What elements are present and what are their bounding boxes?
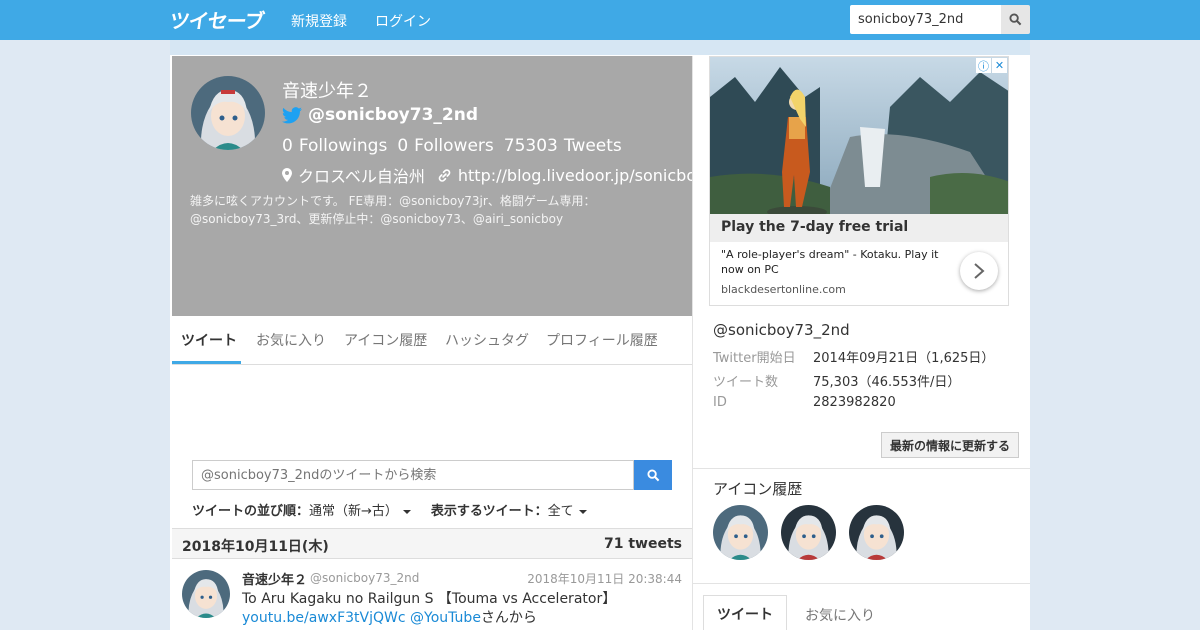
profile-header: 音速少年２ @sonicboy73_2nd 0 Followings 0 Follo… bbox=[172, 56, 726, 316]
tweet-author-name[interactable]: 音速少年２ bbox=[242, 569, 307, 588]
ad-info-icon[interactable]: ⓘ bbox=[976, 58, 991, 73]
header-search-input[interactable] bbox=[850, 5, 1001, 34]
followers-count: 0 bbox=[397, 136, 409, 156]
date-group-header: 2018年10月11日(木) 71 tweets bbox=[172, 528, 692, 559]
active-tab-indicator bbox=[172, 361, 241, 364]
twitter-bird-icon bbox=[282, 106, 302, 123]
tweet-text-body: To Aru Kagaku no Railgun S 【Touma vs Acc… bbox=[242, 591, 617, 607]
tweet-item: 音速少年２ @sonicboy73_2nd 2018年10月11日 20:38:… bbox=[172, 560, 692, 630]
tab-tweets[interactable]: ツイート bbox=[181, 330, 237, 350]
chevron-down-icon bbox=[578, 509, 587, 514]
column-divider bbox=[692, 56, 693, 630]
followers-label: Followers bbox=[414, 136, 494, 156]
ad-next-button[interactable] bbox=[960, 252, 998, 290]
info-value: 2014年09月21日（1,625日） bbox=[813, 351, 995, 366]
tweets-count: 75303 bbox=[503, 136, 558, 156]
tweet-link-youtube[interactable]: youtu.be/awxF3tVjQWc bbox=[242, 610, 406, 626]
sidebar-tab-tweets[interactable]: ツイート bbox=[703, 595, 787, 630]
profile-handle-row: @sonicboy73_2nd bbox=[282, 105, 478, 125]
date-group-date: 2018年10月11日(木) bbox=[182, 539, 329, 555]
profile-location-row: クロスベル自治州 http://blog.livedoor.jp/sonicbo… bbox=[282, 163, 726, 187]
sort-order-label: ツイートの並び順： bbox=[192, 504, 310, 519]
profile-avatar[interactable] bbox=[191, 76, 265, 150]
tweet-author-handle[interactable]: @sonicboy73_2nd bbox=[310, 571, 419, 585]
icon-history-title: アイコン履歴 bbox=[713, 480, 803, 498]
profile-bio: 雑多に呟くアカウントです。 FE専用：@sonicboy73jr、格闘ゲーム専用… bbox=[190, 194, 596, 226]
display-filter-label: 表示するツイート： bbox=[430, 504, 548, 519]
info-key: Twitter開始日 bbox=[713, 351, 796, 366]
info-handle: @sonicboy73_2nd bbox=[713, 321, 850, 339]
ad-title-bar: Play the 7-day free trial bbox=[710, 214, 1008, 242]
followings-count: 0 bbox=[282, 136, 293, 156]
sidebar-divider bbox=[693, 468, 1030, 469]
display-filter-value: 全て bbox=[547, 504, 574, 519]
display-filter-dropdown[interactable]: 表示するツイート：全て bbox=[431, 500, 587, 519]
tweet-text: To Aru Kagaku no Railgun S 【Touma vs Acc… bbox=[242, 590, 682, 628]
profile-stats: 0 Followings 0 Followers 75303 Tweets bbox=[282, 136, 622, 156]
ad-domain[interactable]: blackdesertonline.com bbox=[721, 283, 846, 296]
profile-url[interactable]: http://blog.livedoor.jp/sonicboy73 bbox=[458, 166, 726, 185]
tweet-text-suffix: さんから bbox=[480, 610, 537, 626]
tweet-search-input[interactable] bbox=[192, 460, 634, 490]
sort-order-value: 通常（新→古） bbox=[309, 504, 398, 519]
info-key: ツイート数 bbox=[713, 375, 779, 390]
tweet-search-button[interactable] bbox=[634, 460, 672, 490]
link-icon bbox=[438, 168, 451, 182]
content-tabs: ツイート お気に入り アイコン履歴 ハッシュタグ プロフィール履歴 bbox=[172, 316, 692, 365]
tab-favorites[interactable]: お気に入り bbox=[256, 330, 326, 350]
map-marker-icon bbox=[282, 168, 292, 182]
signup-link[interactable]: 新規登録 bbox=[291, 11, 347, 31]
icon-history-avatar[interactable] bbox=[713, 505, 768, 560]
ad-description: "A role-player's dream" - Kotaku. Play i… bbox=[721, 248, 939, 276]
profile-handle[interactable]: @sonicboy73_2nd bbox=[308, 105, 478, 125]
header-search bbox=[850, 5, 1030, 34]
info-value: 2823982820 bbox=[813, 395, 896, 410]
sidebar-ad[interactable]: ⓘ ✕ Play the 7-day free trial "A role-pl… bbox=[709, 56, 1009, 306]
tweet-avatar[interactable] bbox=[182, 570, 230, 618]
tab-hashtags[interactable]: ハッシュタグ bbox=[445, 330, 529, 350]
ad-controls: ⓘ ✕ bbox=[976, 58, 1007, 73]
site-logo[interactable]: ツイセーブ bbox=[168, 6, 265, 33]
date-group-count: 71 tweets bbox=[604, 536, 682, 552]
icon-history-avatar[interactable] bbox=[781, 505, 836, 560]
sort-order-dropdown[interactable]: ツイートの並び順：通常（新→古） bbox=[192, 500, 411, 519]
top-strip bbox=[170, 40, 1030, 55]
icon-history-avatar[interactable] bbox=[849, 505, 904, 560]
ad-image[interactable] bbox=[710, 57, 1009, 214]
search-icon bbox=[1009, 13, 1022, 26]
info-value: 75,303（46.553件/日） bbox=[813, 375, 961, 390]
chevron-down-icon bbox=[402, 509, 411, 514]
top-nav-bar: ツイセーブ 新規登録 ログイン bbox=[0, 0, 1200, 40]
tweet-timestamp[interactable]: 2018年10月11日 20:38:44 bbox=[527, 570, 682, 587]
tweets-label: Tweets bbox=[563, 136, 622, 156]
sidebar-tab-favorites[interactable]: お気に入り bbox=[805, 605, 875, 630]
followings-label: Followings bbox=[298, 136, 388, 156]
header-search-button[interactable] bbox=[1001, 5, 1030, 34]
sort-controls: ツイートの並び順：通常（新→古） 表示するツイート：全て bbox=[192, 500, 587, 519]
tab-profile-history[interactable]: プロフィール履歴 bbox=[546, 330, 658, 350]
sidebar-divider bbox=[693, 583, 1030, 584]
tweet-mention-youtube[interactable]: @YouTube bbox=[410, 610, 481, 626]
refresh-info-button[interactable]: 最新の情報に更新する bbox=[881, 432, 1019, 458]
tab-icon-history[interactable]: アイコン履歴 bbox=[344, 330, 427, 350]
search-icon bbox=[646, 468, 659, 481]
chevron-right-icon bbox=[974, 263, 985, 279]
ad-title[interactable]: Play the 7-day free trial bbox=[721, 219, 908, 235]
tweet-search bbox=[192, 460, 672, 490]
profile-location: クロスベル自治州 bbox=[298, 167, 425, 186]
ad-close-icon[interactable]: ✕ bbox=[992, 58, 1007, 73]
login-link[interactable]: ログイン bbox=[375, 11, 431, 31]
info-key: ID bbox=[713, 395, 727, 410]
profile-name: 音速少年２ bbox=[282, 81, 372, 102]
